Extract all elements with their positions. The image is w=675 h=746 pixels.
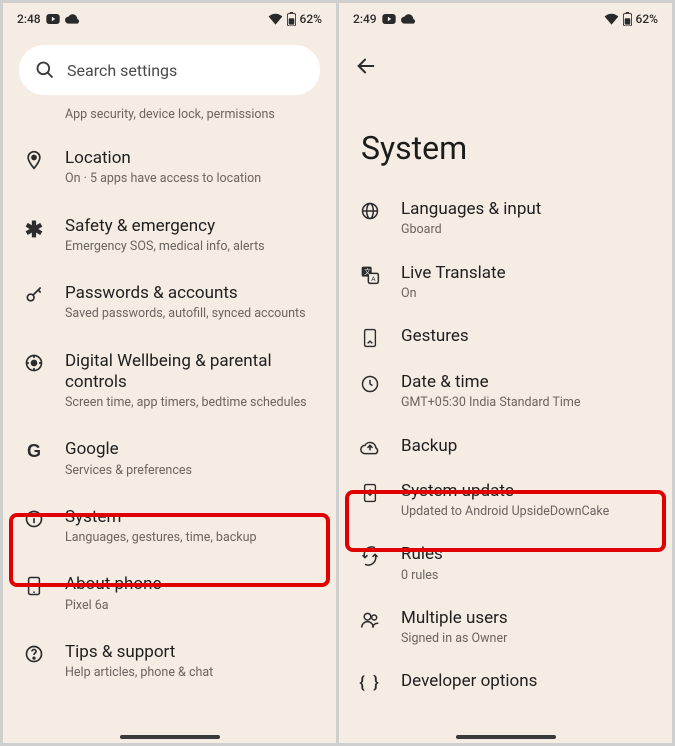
backup-icon	[360, 438, 380, 456]
status-battery: 62%	[300, 12, 322, 26]
item-sub: Pixel 6a	[65, 598, 320, 614]
item-sub: Saved passwords, autofill, synced accoun…	[65, 306, 320, 322]
search-placeholder: Search settings	[67, 61, 177, 80]
nav-pill[interactable]	[456, 735, 556, 739]
settings-item-passwords[interactable]: Passwords & accounts Saved passwords, aut…	[3, 269, 336, 337]
page-title: System	[339, 81, 672, 187]
item-title: Digital Wellbeing & parental controls	[65, 351, 320, 394]
item-title: Gestures	[401, 326, 656, 347]
back-arrow-icon[interactable]	[355, 55, 377, 77]
gestures-icon	[361, 328, 379, 348]
cloud-icon	[65, 14, 79, 24]
item-sub: Help articles, phone & chat	[65, 665, 320, 681]
truncated-item-sub: App security, device lock, permissions	[3, 107, 336, 134]
status-bar: 2:49 62%	[339, 3, 672, 35]
item-title: Safety & emergency	[65, 216, 320, 237]
settings-screen-right: 2:49 62% System Languages & input Gboard …	[339, 3, 672, 743]
item-title: Tips & support	[65, 642, 320, 663]
status-bar: 2:48 62%	[3, 3, 336, 35]
phone-icon	[25, 576, 43, 596]
battery-icon	[287, 12, 296, 26]
key-icon	[24, 285, 44, 305]
status-time: 2:48	[17, 12, 41, 26]
item-sub: Signed in as Owner	[401, 631, 656, 647]
item-sub: Screen time, app timers, bedtime schedul…	[65, 395, 320, 411]
update-icon	[361, 483, 379, 503]
system-item-rules[interactable]: Rules 0 rules	[339, 532, 672, 596]
item-title: Developer options	[401, 671, 656, 692]
search-settings[interactable]: Search settings	[19, 45, 320, 95]
wifi-icon	[604, 13, 619, 25]
settings-item-location[interactable]: Location On · 5 apps have access to locat…	[3, 134, 336, 202]
item-sub: Updated to Android UpsideDownCake	[401, 504, 656, 520]
item-title: Passwords & accounts	[65, 283, 320, 304]
dev-icon: { }	[359, 673, 381, 693]
item-title: About phone	[65, 574, 320, 595]
item-title: Languages & input	[401, 199, 656, 220]
wifi-icon	[268, 13, 283, 25]
status-battery: 62%	[636, 12, 658, 26]
translate-icon: 文A	[360, 265, 380, 285]
settings-item-tips[interactable]: Tips & support Help articles, phone & cha…	[3, 628, 336, 696]
system-item-update[interactable]: System update Updated to Android UpsideDo…	[339, 469, 672, 533]
system-item-languages[interactable]: Languages & input Gboard	[339, 187, 672, 251]
settings-item-safety[interactable]: ✱ Safety & emergency Emergency SOS, medic…	[3, 202, 336, 270]
youtube-icon	[46, 14, 60, 24]
settings-item-system[interactable]: System Languages, gestures, time, backup	[3, 493, 336, 561]
clock-icon	[360, 374, 380, 394]
item-sub: On	[401, 286, 656, 302]
wellbeing-icon	[24, 353, 44, 373]
search-icon	[35, 60, 55, 80]
users-icon	[360, 610, 380, 630]
item-sub: Emergency SOS, medical info, alerts	[65, 239, 320, 255]
item-title: Location	[65, 148, 320, 169]
item-title: Date & time	[401, 372, 656, 393]
svg-text:A: A	[371, 274, 376, 282]
battery-icon	[623, 12, 632, 26]
item-sub: Languages, gestures, time, backup	[65, 530, 320, 546]
asterisk-icon: ✱	[25, 218, 43, 243]
system-item-translate[interactable]: 文A Live Translate On	[339, 251, 672, 315]
item-sub: GMT+05:30 India Standard Time	[401, 395, 656, 411]
globe-icon	[360, 201, 380, 221]
help-icon	[24, 644, 44, 664]
system-item-date-time[interactable]: Date & time GMT+05:30 India Standard Time	[339, 360, 672, 424]
rules-icon	[360, 546, 380, 566]
status-time: 2:49	[353, 12, 377, 26]
cloud-icon	[401, 14, 415, 24]
system-item-backup[interactable]: Backup	[339, 424, 672, 469]
item-title: System update	[401, 481, 656, 502]
item-title: Google	[65, 439, 320, 460]
google-icon: G	[27, 441, 41, 462]
settings-item-google[interactable]: G Google Services & preferences	[3, 425, 336, 493]
item-title: Rules	[401, 544, 656, 565]
system-list: Languages & input Gboard 文A Live Translat…	[339, 187, 672, 743]
nav-pill[interactable]	[120, 735, 220, 739]
item-title: Live Translate	[401, 263, 656, 284]
info-icon	[24, 509, 44, 529]
location-icon	[24, 150, 44, 170]
item-sub: 0 rules	[401, 568, 656, 584]
item-title: Backup	[401, 436, 656, 457]
item-title: System	[65, 507, 320, 528]
item-sub: Services & preferences	[65, 463, 320, 479]
settings-item-about-phone[interactable]: About phone Pixel 6a	[3, 560, 336, 628]
settings-list: Location On · 5 apps have access to locat…	[3, 134, 336, 743]
system-item-gestures[interactable]: Gestures	[339, 314, 672, 360]
youtube-icon	[382, 14, 396, 24]
settings-screen-left: 2:48 62% Search settings App security, d…	[3, 3, 336, 743]
settings-item-wellbeing[interactable]: Digital Wellbeing & parental controlsScr…	[3, 337, 336, 426]
system-item-developer[interactable]: { } Developer options	[339, 659, 672, 705]
system-item-users[interactable]: Multiple users Signed in as Owner	[339, 596, 672, 660]
item-title: Multiple users	[401, 608, 656, 629]
item-sub: Gboard	[401, 222, 656, 238]
item-sub: On · 5 apps have access to location	[65, 171, 320, 187]
svg-text:文: 文	[364, 267, 371, 276]
